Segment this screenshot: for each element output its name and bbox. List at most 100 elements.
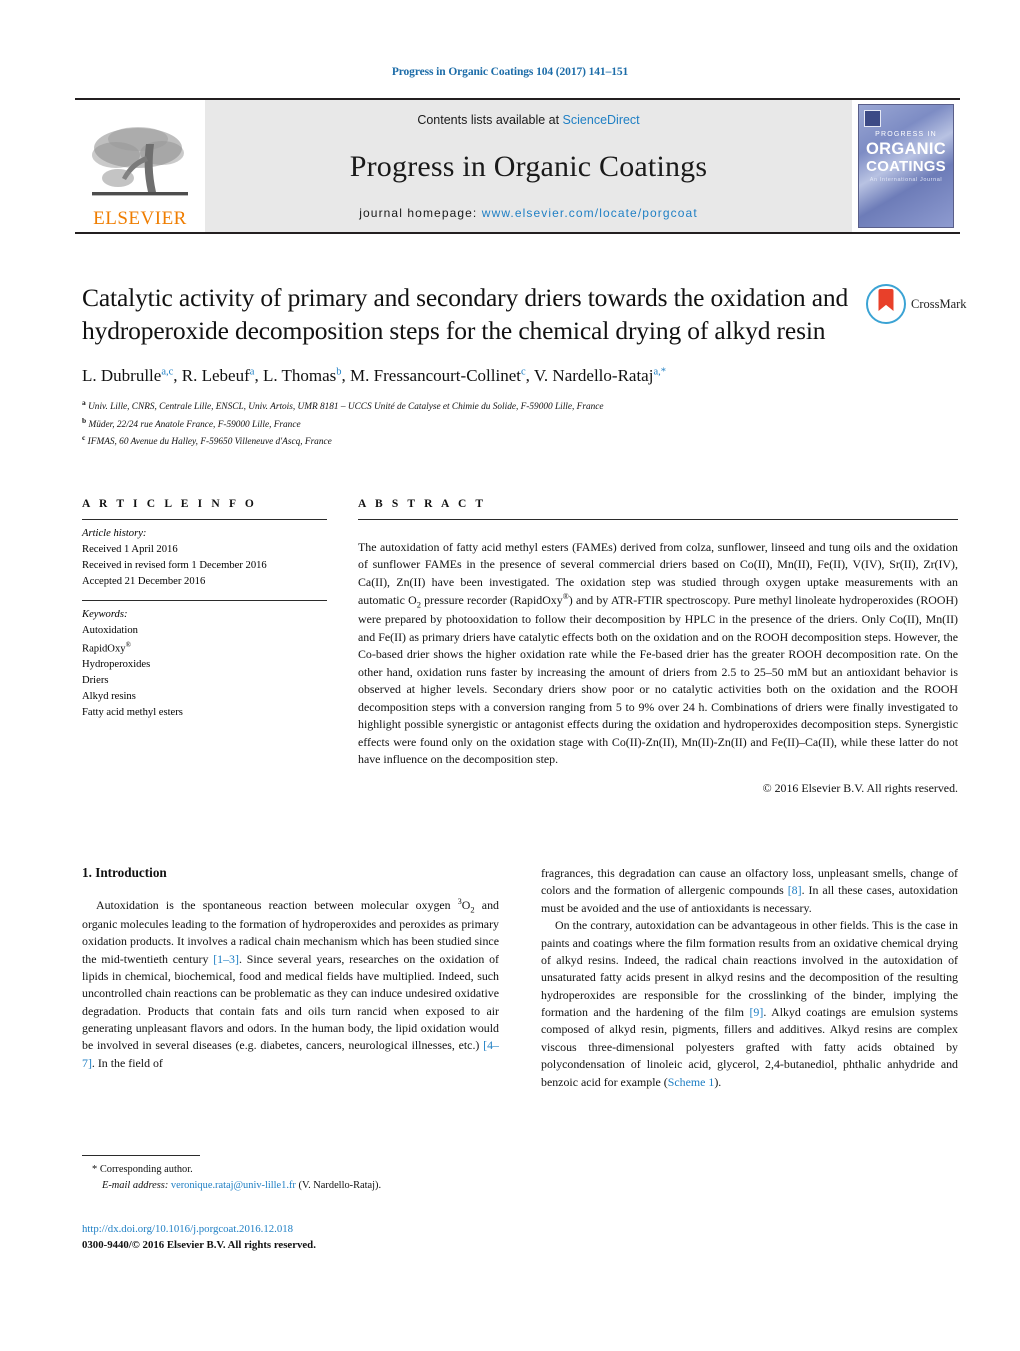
intro-right-e: ). [714, 1074, 722, 1089]
elsevier-tree-icon [92, 127, 188, 196]
history-item: Received in revised form 1 December 2016 [82, 560, 267, 572]
cover-line-3: COATINGS [866, 157, 946, 175]
abstract-copyright: © 2016 Elsevier B.V. All rights reserved… [762, 780, 958, 795]
affiliation-list: a Univ. Lille, CNRS, Centrale Lille, ENS… [82, 397, 862, 450]
abstract-part-3: ) and by ATR-FTIR spectroscopy. Pure met… [358, 593, 958, 767]
cover-line-2: ORGANIC [865, 140, 947, 158]
cover-line-1: PROGRESS IN [875, 131, 937, 138]
keywords-block: Keywords: Autoxidation RapidOxy® Hydrope… [82, 601, 327, 721]
citation-link-8[interactable]: [8] [788, 883, 802, 897]
keyword-item: Fatty acid methyl esters [82, 707, 183, 719]
journal-band: Contents lists available at ScienceDirec… [205, 100, 852, 232]
affiliation-text: Müder, 22/24 rue Anatole France, F-59000… [88, 419, 301, 430]
author-item: L. Dubrullea,c [82, 366, 173, 385]
footnote-star: * [92, 1164, 98, 1175]
intro-paragraph-right-2: On the contrary, autoxidation can be adv… [541, 917, 958, 1091]
author-name: V. Nardello-Rataj [533, 366, 654, 386]
email-owner: (V. Nardello-Rataj). [298, 1179, 382, 1191]
abstract-part-2: pressure recorder (RapidOxy [420, 593, 563, 608]
elsevier-logo: ELSEVIER [75, 100, 205, 232]
corresponding-author-footnote: * Corresponding author. E-mail address: … [82, 1155, 499, 1193]
sciencedirect-link[interactable]: ScienceDirect [563, 113, 640, 127]
journal-article-page: Progress in Organic Coatings 104 (2017) … [0, 0, 1020, 1351]
abstract-text: The autoxidation of fatty acid methyl es… [358, 532, 958, 769]
doi-link[interactable]: http://dx.doi.org/10.1016/j.porgcoat.201… [82, 1223, 293, 1235]
article-info-heading: A R T I C L E I N F O [82, 498, 257, 510]
author-name: L. Thomas [262, 366, 337, 386]
divider [358, 519, 958, 520]
contents-prefix: Contents lists available at [417, 113, 563, 127]
author-affil-mark: a [249, 366, 255, 378]
cover-publisher-mark [864, 110, 881, 127]
affiliation-mark: b [82, 415, 87, 425]
keyword-item: Hydroperoxides [82, 659, 151, 671]
affiliation-text: Univ. Lille, CNRS, Centrale Lille, ENSCL… [88, 402, 604, 413]
intro-left-a: Autoxidation is the spontaneous reaction… [96, 897, 458, 912]
journal-cover-thumbnail: PROGRESS IN ORGANIC COATINGS An Internat… [852, 100, 960, 232]
journal-masthead: ELSEVIER Contents lists available at Sci… [75, 98, 960, 234]
keyword-item: Alkyd resins [82, 691, 136, 703]
affiliation-text: IFMAS, 60 Avenue du Halley, F-59650 Vill… [87, 437, 332, 448]
keyword-item: Autoxidation [82, 625, 138, 637]
author-item: M. Fressancourt-Collinetc [350, 366, 526, 385]
email-line: E-mail address: veronique.rataj@univ-lil… [82, 1178, 499, 1194]
journal-homepage-link[interactable]: www.elsevier.com/locate/porgcoat [482, 206, 698, 220]
footnote-divider [82, 1155, 200, 1156]
author-item: V. Nardello-Rataja,* [534, 366, 666, 385]
issn-copyright-line: 0300-9440/© 2016 Elsevier B.V. All right… [82, 1238, 316, 1251]
affiliation-mark: c [82, 433, 86, 443]
author-affil-mark: a,* [653, 366, 666, 378]
email-label: E-mail address: [102, 1179, 169, 1191]
author-affil-mark: c [520, 366, 526, 378]
article-history-label: Article history: [82, 528, 147, 539]
affiliation-item: a Univ. Lille, CNRS, Centrale Lille, ENS… [82, 397, 862, 415]
author-name: R. Lebeuf [181, 366, 250, 386]
intro-left-e: . In the field of [91, 1055, 163, 1070]
crossmark-label: CrossMark [911, 296, 967, 311]
crossmark-badge[interactable]: CrossMark [866, 283, 967, 325]
author-name: L. Dubrulle [82, 366, 162, 386]
keyword-item: Driers [82, 675, 109, 687]
body-column-right: fragrances, this degradation can cause a… [541, 865, 958, 1091]
body-column-left: 1. Introduction Autoxidation is the spon… [82, 865, 499, 1091]
intro-paragraph-right-1: fragrances, this degradation can cause a… [541, 865, 958, 917]
abstract-heading: A B S T R A C T [358, 498, 487, 510]
citation-link-9[interactable]: [9] [749, 1005, 763, 1019]
registered-mark: ® [125, 640, 131, 649]
journal-title: Progress in Organic Coatings [349, 149, 708, 183]
keywords-label: Keywords: [82, 609, 128, 621]
keyword-item: RapidOxy® [82, 640, 327, 658]
homepage-prefix: journal homepage: [359, 206, 482, 220]
history-item: Received 1 April 2016 [82, 544, 178, 556]
keyword-text: RapidOxy [82, 643, 126, 655]
email-link[interactable]: veronique.rataj@univ-lille1.fr [171, 1180, 296, 1191]
author-item: L. Thomasb [263, 366, 342, 385]
author-list: L. Dubrullea,c, R. Lebeufa, L. Thomasb, … [82, 366, 666, 386]
intro-paragraph-left: Autoxidation is the spontaneous reaction… [82, 896, 499, 1072]
intro-right-c: On the contrary, autoxidation can be adv… [541, 918, 958, 1019]
article-info-column: A R T I C L E I N F O Article history: R… [82, 498, 327, 796]
author-name: M. Fressancourt-Collinet [350, 366, 521, 386]
running-head: Progress in Organic Coatings 104 (2017) … [391, 66, 629, 78]
corresponding-author-line: * Corresponding author. [82, 1162, 499, 1178]
body-columns: 1. Introduction Autoxidation is the spon… [82, 865, 958, 1091]
page-title: Catalytic activity of primary and second… [82, 283, 849, 346]
cover-image: PROGRESS IN ORGANIC COATINGS An Internat… [858, 104, 954, 228]
info-abstract-row: A R T I C L E I N F O Article history: R… [82, 498, 958, 796]
section-heading-introduction: 1. Introduction [82, 865, 167, 880]
history-item: Accepted 21 December 2016 [82, 576, 206, 588]
journal-homepage-line: journal homepage: www.elsevier.com/locat… [359, 206, 698, 220]
citation-link-1-3[interactable]: [1–3] [213, 952, 239, 966]
affiliation-item: b Müder, 22/24 rue Anatole France, F-590… [82, 415, 862, 433]
affiliation-item: c IFMAS, 60 Avenue du Halley, F-59650 Vi… [82, 432, 862, 450]
scheme-1-link[interactable]: Scheme 1 [668, 1075, 715, 1089]
article-history: Article history: Received 1 April 2016 R… [82, 520, 327, 600]
abstract-column: A B S T R A C T The autoxidation of fatt… [358, 498, 958, 796]
cover-line-4: An International Journal [869, 176, 943, 183]
author-item: R. Lebeufa [182, 366, 255, 385]
contents-available-line: Contents lists available at ScienceDirec… [417, 113, 639, 127]
crossmark-icon [866, 284, 906, 324]
affiliation-mark: a [82, 398, 86, 408]
doi-block: http://dx.doi.org/10.1016/j.porgcoat.201… [82, 1222, 512, 1254]
author-affil-mark: a,c [161, 366, 174, 378]
